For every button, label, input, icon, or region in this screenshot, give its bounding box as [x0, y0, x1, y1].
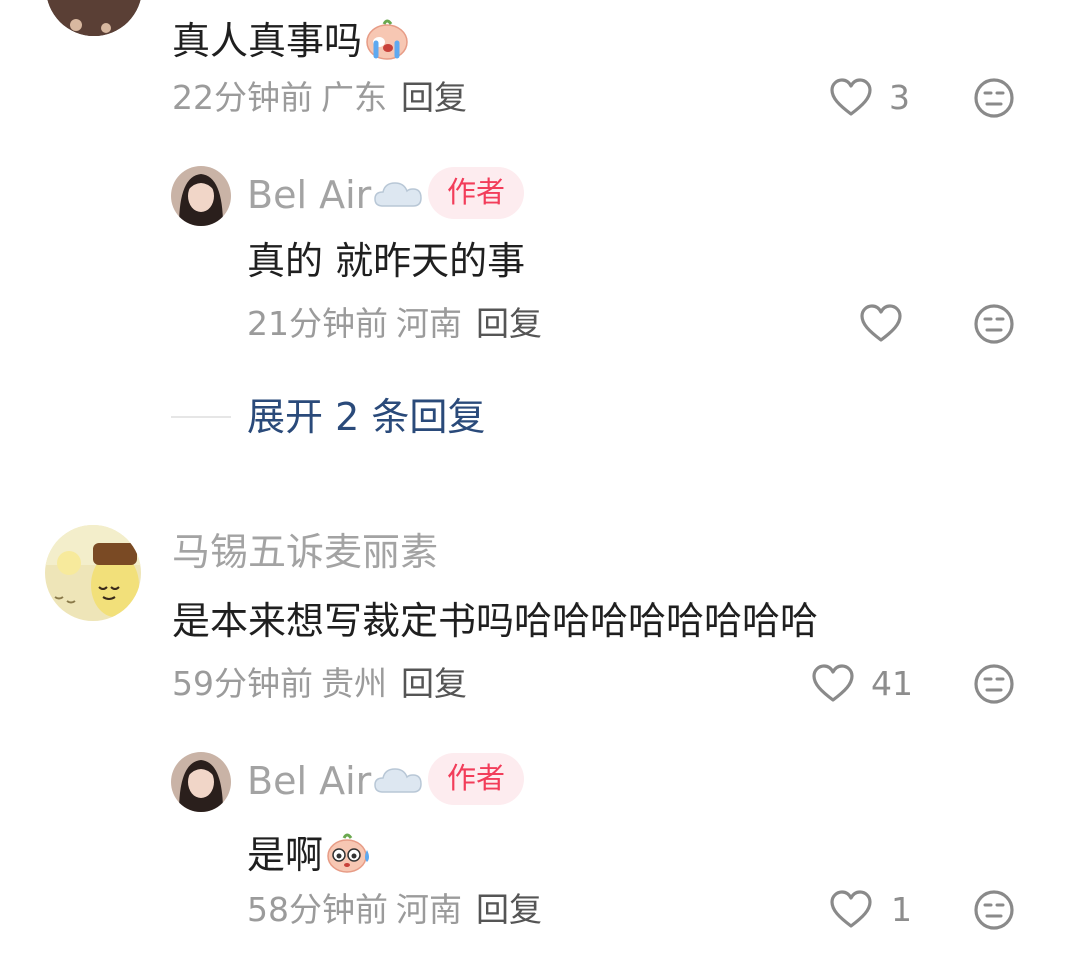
reply-button[interactable]: 回复 [401, 664, 467, 703]
comment-avatar[interactable] [46, 0, 142, 36]
reply-button[interactable]: 回复 [401, 78, 467, 117]
reply-button[interactable]: 回复 [476, 890, 542, 929]
reply-username[interactable]: Bel Air [247, 176, 423, 216]
reply-avatar[interactable] [171, 166, 231, 226]
reply-text: 是啊 [247, 828, 373, 880]
meh-face-icon[interactable] [973, 663, 1015, 705]
comment-username[interactable]: 马锡五诉麦丽素 [172, 533, 438, 571]
reply-username[interactable]: Bel Air [247, 762, 423, 802]
heart-icon[interactable] [829, 889, 873, 929]
heart-icon[interactable] [859, 303, 903, 343]
like-count: 1 [891, 890, 912, 929]
crying-face-emoji [364, 16, 410, 66]
comment-time: 59分钟前 [172, 664, 313, 703]
comment-location: 广东 [321, 78, 387, 117]
reply-meta: 21分钟前 河南 回复 [247, 307, 542, 340]
reply-location: 河南 [396, 304, 462, 343]
reply-time: 58分钟前 [247, 890, 388, 929]
heart-icon[interactable] [829, 77, 873, 117]
author-badge: 作者 [428, 753, 525, 805]
reply-avatar[interactable] [171, 752, 231, 812]
heart-icon[interactable] [811, 663, 855, 703]
comment-avatar[interactable] [45, 525, 141, 621]
comment-time: 22分钟前 [172, 78, 313, 117]
comment-location: 贵州 [321, 664, 387, 703]
cloud-emoji [373, 178, 423, 216]
sweat-face-emoji [325, 828, 373, 880]
reply-meta: 58分钟前 河南 回复 [247, 893, 542, 926]
reply-text: 真的 就昨天的事 [247, 239, 526, 283]
meh-face-icon[interactable] [973, 889, 1015, 931]
expand-replies-button[interactable]: 展开 2 条回复 [247, 398, 485, 436]
reply-button[interactable]: 回复 [476, 304, 542, 343]
reply-location: 河南 [396, 890, 462, 929]
cloud-emoji [373, 764, 423, 802]
meh-face-icon[interactable] [973, 303, 1015, 345]
comment-meta: 22分钟前 广东 回复 [172, 81, 467, 114]
comment-meta: 59分钟前 贵州 回复 [172, 667, 467, 700]
expand-divider [171, 416, 231, 418]
like-count: 41 [871, 664, 913, 703]
comment-text: 真人真事吗 [172, 16, 410, 66]
meh-face-icon[interactable] [973, 77, 1015, 119]
author-badge: 作者 [428, 167, 525, 219]
like-count: 3 [889, 78, 910, 117]
reply-time: 21分钟前 [247, 304, 388, 343]
comment-text: 是本来想写裁定书吗哈哈哈哈哈哈哈哈 [172, 599, 819, 643]
